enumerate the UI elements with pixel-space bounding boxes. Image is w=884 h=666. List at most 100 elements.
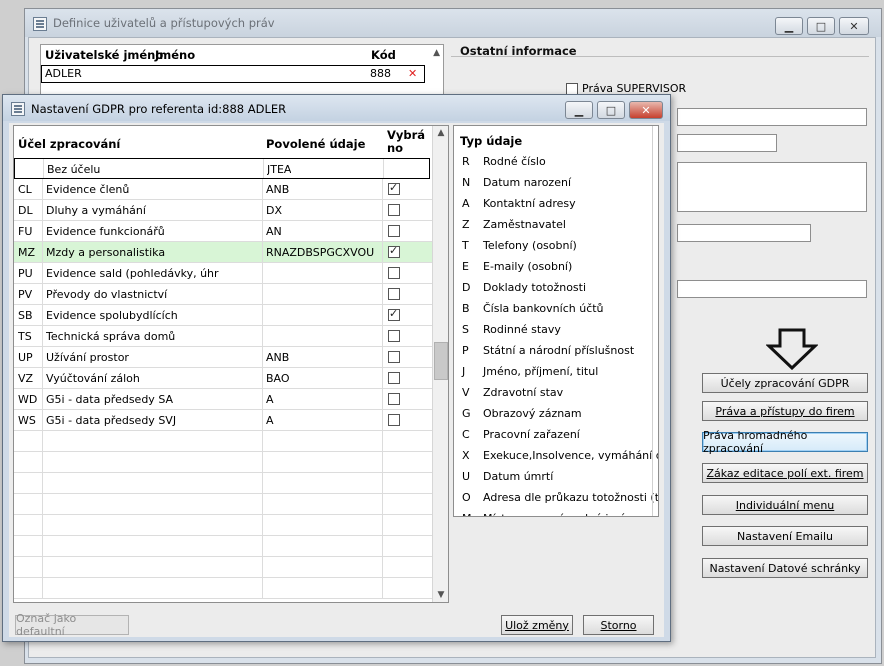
minimize-icon[interactable]: ▁ bbox=[775, 17, 803, 35]
table-row[interactable]: UP Užívání prostor ANB bbox=[14, 347, 432, 368]
selected-checkbox[interactable] bbox=[388, 204, 400, 216]
purposes-scrollbar[interactable]: ▲ ▼ bbox=[432, 126, 448, 602]
individual-menu-button[interactable]: Individuální menu bbox=[702, 495, 868, 515]
company-access-label: Práva a přístupy do firem bbox=[715, 404, 855, 418]
ext-field-edit-ban-button[interactable]: Zákaz editace polí ext. firem bbox=[702, 463, 868, 483]
bulk-processing-button[interactable]: Práva hromadného zpracování bbox=[702, 429, 868, 455]
type-label: Obrazový záznam bbox=[483, 407, 582, 420]
table-row[interactable] bbox=[14, 431, 432, 452]
email-settings-button[interactable]: Nastavení Emailu bbox=[702, 526, 868, 546]
table-row[interactable] bbox=[14, 536, 432, 557]
company-access-button[interactable]: Práva a přístupy do firem bbox=[702, 401, 868, 421]
save-button[interactable]: Ulož změny bbox=[501, 615, 573, 635]
cancel-button[interactable]: Storno bbox=[583, 615, 654, 635]
col-username-header[interactable]: Uživatelské jméno bbox=[45, 48, 163, 62]
scroll-thumb[interactable] bbox=[434, 342, 448, 380]
list-item[interactable]: U Datum úmrtí bbox=[454, 467, 652, 488]
list-item[interactable]: A Kontaktní adresy bbox=[454, 194, 652, 215]
gdpr-dialog-titlebar[interactable]: Nastavení GDPR pro referenta id:888 ADLE… bbox=[3, 95, 670, 121]
selected-checkbox[interactable] bbox=[388, 244, 400, 258]
column-divider bbox=[262, 305, 263, 325]
close-icon[interactable]: ✕ bbox=[839, 17, 869, 35]
dialog-minimize-icon[interactable]: ▁ bbox=[565, 101, 593, 119]
col-name-header[interactable]: Jméno bbox=[155, 48, 195, 62]
table-row[interactable]: ADLER 888 ✕ bbox=[41, 65, 425, 83]
list-item[interactable]: E E-maily (osobní) bbox=[454, 257, 652, 278]
table-row[interactable] bbox=[14, 557, 432, 578]
info-field-4[interactable] bbox=[677, 224, 811, 242]
table-row[interactable]: WS G5i - data předsedy SVJ A bbox=[14, 410, 432, 431]
table-row[interactable]: PU Evidence sald (pohledávky, úhr bbox=[14, 263, 432, 284]
selected-checkbox[interactable] bbox=[388, 330, 400, 342]
list-item[interactable]: N Datum narození bbox=[454, 173, 652, 194]
col-selected-header-l2: no bbox=[387, 141, 404, 155]
delete-icon[interactable]: ✕ bbox=[408, 67, 417, 80]
col-code-header[interactable]: Kód bbox=[371, 48, 396, 62]
selected-checkbox[interactable] bbox=[388, 307, 400, 321]
col-selected-header[interactable]: Vybrá no bbox=[387, 129, 425, 155]
info-field-3[interactable] bbox=[677, 162, 867, 212]
list-item[interactable]: M Místo narození, rodné jméno bbox=[454, 509, 652, 516]
scroll-up-icon[interactable]: ▲ bbox=[435, 128, 447, 138]
list-item[interactable]: T Telefony (osobní) bbox=[454, 236, 652, 257]
selected-checkbox[interactable] bbox=[388, 372, 400, 384]
column-divider bbox=[42, 389, 43, 409]
selected-checkbox[interactable] bbox=[388, 267, 400, 279]
table-row[interactable] bbox=[14, 578, 432, 599]
table-row[interactable]: CL Evidence členů ANB bbox=[14, 179, 432, 200]
col-allowed-header[interactable]: Povolené údaje bbox=[266, 137, 365, 151]
selected-checkbox[interactable] bbox=[388, 393, 400, 405]
list-item[interactable]: G Obrazový záznam bbox=[454, 404, 652, 425]
list-item[interactable]: C Pracovní zařazení bbox=[454, 425, 652, 446]
bg-window-titlebar[interactable]: Definice uživatelů a přístupových práv ▁… bbox=[25, 9, 881, 37]
table-row[interactable]: MZ Mzdy a personalistika RNAZDBSPGCXVOU bbox=[14, 242, 432, 263]
table-row[interactable]: TS Technická správa domů bbox=[14, 326, 432, 347]
dialog-maximize-icon[interactable]: □ bbox=[597, 101, 625, 119]
table-row[interactable] bbox=[14, 494, 432, 515]
table-row[interactable] bbox=[14, 515, 432, 536]
selected-checkbox[interactable] bbox=[388, 225, 400, 237]
column-divider bbox=[382, 410, 383, 430]
column-divider bbox=[382, 515, 383, 535]
table-row[interactable]: SB Evidence spolubydlících bbox=[14, 305, 432, 326]
selected-checkbox[interactable] bbox=[388, 181, 400, 195]
list-item[interactable]: J Jméno, příjmení, titul bbox=[454, 362, 652, 383]
table-row[interactable]: FU Evidence funkcionářů AN bbox=[14, 221, 432, 242]
type-label: Jméno, příjmení, titul bbox=[483, 365, 599, 378]
list-item[interactable]: D Doklady totožnosti bbox=[454, 278, 652, 299]
info-field-5[interactable] bbox=[677, 280, 867, 298]
column-divider bbox=[262, 221, 263, 241]
table-row[interactable] bbox=[14, 473, 432, 494]
data-box-settings-button[interactable]: Nastavení Datové schránky bbox=[702, 558, 868, 578]
list-item[interactable]: V Zdravotní stav bbox=[454, 383, 652, 404]
table-row[interactable]: Bez účelu JTEA bbox=[14, 158, 430, 179]
list-item[interactable]: R Rodné číslo bbox=[454, 152, 652, 173]
list-item[interactable]: Z Zaměstnavatel bbox=[454, 215, 652, 236]
column-divider bbox=[382, 494, 383, 514]
list-item[interactable]: O Adresa dle průkazu totožnosti (trvalá bbox=[454, 488, 658, 509]
gdpr-purposes-button[interactable]: Účely zpracování GDPR bbox=[702, 373, 868, 393]
scroll-up-icon[interactable]: ▲ bbox=[433, 48, 440, 58]
table-row[interactable]: VZ Vyúčtování záloh BAO bbox=[14, 368, 432, 389]
selected-checkbox[interactable] bbox=[388, 288, 400, 300]
column-divider bbox=[42, 200, 43, 220]
table-row[interactable]: PV Převody do vlastnictví bbox=[14, 284, 432, 305]
dialog-close-icon[interactable]: ✕ bbox=[629, 101, 663, 119]
col-purpose-header[interactable]: Účel zpracování bbox=[18, 137, 120, 151]
maximize-icon[interactable]: □ bbox=[807, 17, 835, 35]
list-item[interactable]: B Čísla bankovních účtů bbox=[454, 299, 652, 320]
selected-checkbox[interactable] bbox=[388, 351, 400, 363]
list-item[interactable]: P Státní a národní příslušnost bbox=[454, 341, 652, 362]
selected-checkbox[interactable] bbox=[388, 414, 400, 426]
column-divider bbox=[382, 431, 383, 451]
mark-default-button[interactable]: Označ jako defaultní bbox=[15, 612, 129, 638]
list-item[interactable]: X Exekuce,Insolvence, vymáhání dlu bbox=[454, 446, 658, 467]
table-row[interactable]: DL Dluhy a vymáhání DX bbox=[14, 200, 432, 221]
table-row[interactable] bbox=[14, 452, 432, 473]
row-code: WD bbox=[18, 393, 38, 406]
list-item[interactable]: S Rodinné stavy bbox=[454, 320, 652, 341]
info-field-1[interactable] bbox=[677, 108, 867, 126]
scroll-down-icon[interactable]: ▼ bbox=[435, 590, 447, 600]
table-row[interactable]: WD G5i - data předsedy SA A bbox=[14, 389, 432, 410]
info-field-2[interactable] bbox=[677, 134, 777, 152]
